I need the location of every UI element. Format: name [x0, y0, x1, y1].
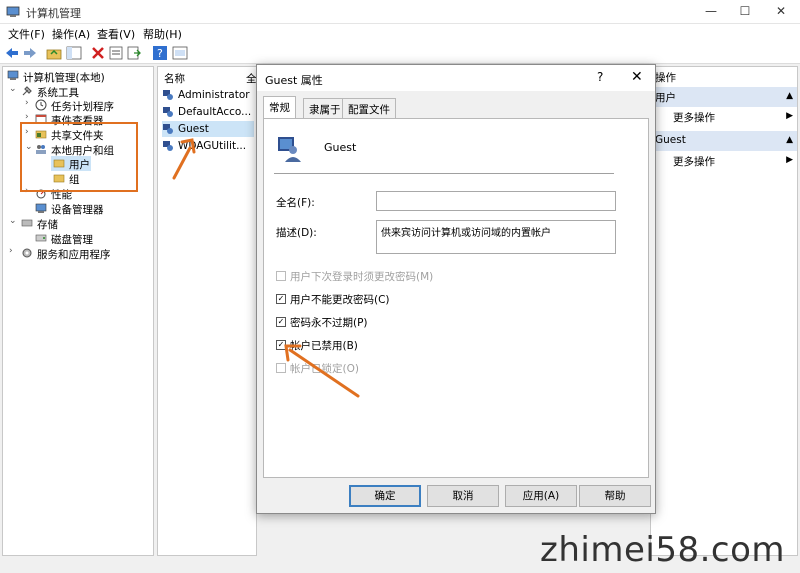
menu-view[interactable]: 查看(V): [97, 26, 135, 42]
export-icon[interactable]: [126, 45, 142, 61]
dialog-title: Guest 属性: [265, 74, 323, 87]
separator: [274, 173, 614, 174]
tools-icon: [22, 86, 32, 96]
services-icon: [22, 248, 32, 258]
username-label: Guest: [324, 141, 357, 154]
actions-pane: 操作 用户 ▲ 更多操作 ▶ Guest ▲ 更多操作 ▶: [650, 66, 798, 556]
storage-icon: [21, 219, 33, 227]
toolbar: ?: [0, 42, 800, 64]
menu-file[interactable]: 文件(F): [8, 26, 45, 42]
more-actions-users[interactable]: 更多操作: [673, 110, 715, 125]
description-input[interactable]: 供来宾访问计算机或访问域的内置帐户: [376, 220, 616, 254]
properties-icon[interactable]: [108, 45, 124, 61]
more-actions-guest[interactable]: 更多操作: [673, 154, 715, 169]
dialog-titlebar: Guest 属性 ? ✕: [257, 65, 655, 91]
window-title: 计算机管理: [26, 7, 81, 20]
dialog-help-button[interactable]: ?: [597, 70, 603, 84]
view-icon[interactable]: [172, 45, 188, 61]
column-header-name[interactable]: 名称: [164, 71, 185, 86]
tab-general-content: Guest 全名(F): 描述(D): 供来宾访问计算机或访问域的内置帐户 用户…: [263, 118, 649, 478]
actions-section-guest[interactable]: Guest ▲: [651, 131, 797, 151]
minimize-button[interactable]: —: [694, 0, 728, 24]
tab-profile[interactable]: 配置文件: [342, 98, 396, 118]
user-avatar-icon: [278, 137, 301, 162]
collapse-arrow-icon[interactable]: ▲: [786, 135, 793, 145]
annotation-highlight-box: [20, 122, 138, 192]
cancel-button[interactable]: 取消: [427, 485, 499, 507]
list-item-guest[interactable]: Guest: [162, 121, 254, 137]
ok-button[interactable]: 确定: [349, 485, 421, 507]
close-button[interactable]: ✕: [764, 0, 798, 24]
disk-icon: [35, 234, 47, 242]
fullname-label: 全名(F):: [276, 197, 315, 209]
tab-general[interactable]: 常规: [263, 96, 296, 119]
user-list-pane: 名称 全 Administrator DefaultAcco... Guest …: [157, 66, 257, 556]
maximize-button[interactable]: ☐: [728, 0, 762, 24]
menu-action[interactable]: 操作(A): [52, 26, 90, 42]
device-icon: [35, 203, 47, 213]
user-icon: [163, 124, 173, 134]
window-titlebar: 计算机管理 — ☐ ✕: [0, 0, 800, 24]
forward-arrow-icon[interactable]: [22, 45, 38, 61]
help-icon[interactable]: ?: [152, 45, 168, 61]
submenu-arrow-icon: ▶: [786, 111, 793, 121]
user-icon: [163, 141, 173, 151]
submenu-arrow-icon: ▶: [786, 155, 793, 165]
actions-header: 操作: [655, 72, 676, 84]
console-tree-icon[interactable]: [66, 45, 82, 61]
tab-member-of[interactable]: 隶属于: [303, 98, 347, 118]
collapse-arrow-icon[interactable]: ▲: [786, 91, 793, 101]
menu-help[interactable]: 帮助(H): [143, 26, 182, 42]
svg-text:?: ?: [157, 47, 163, 60]
user-icon: [163, 90, 173, 100]
delete-icon[interactable]: [90, 45, 106, 61]
actions-section-users[interactable]: 用户 ▲: [651, 87, 797, 107]
description-label: 描述(D):: [276, 227, 317, 239]
menu-bar: 文件(F) 操作(A) 查看(V) 帮助(H): [0, 24, 800, 42]
fullname-input[interactable]: [376, 191, 616, 211]
back-arrow-icon[interactable]: [4, 45, 20, 61]
dialog-close-button[interactable]: ✕: [631, 69, 643, 85]
column-header-fullname[interactable]: 全: [246, 71, 257, 86]
user-icon: [163, 107, 173, 117]
clock-icon: [35, 99, 47, 111]
computer-management-icon: [6, 6, 20, 17]
guest-properties-dialog: Guest 属性 ? ✕ 常规 隶属于 配置文件 Guest 全名(F): 描述…: [256, 64, 656, 514]
help-button[interactable]: 帮助: [579, 485, 651, 507]
apply-button[interactable]: 应用(A): [505, 485, 577, 507]
watermark-text: zhimei58.com: [540, 530, 786, 570]
computer-icon: [7, 70, 19, 80]
folder-up-icon[interactable]: [46, 45, 62, 61]
